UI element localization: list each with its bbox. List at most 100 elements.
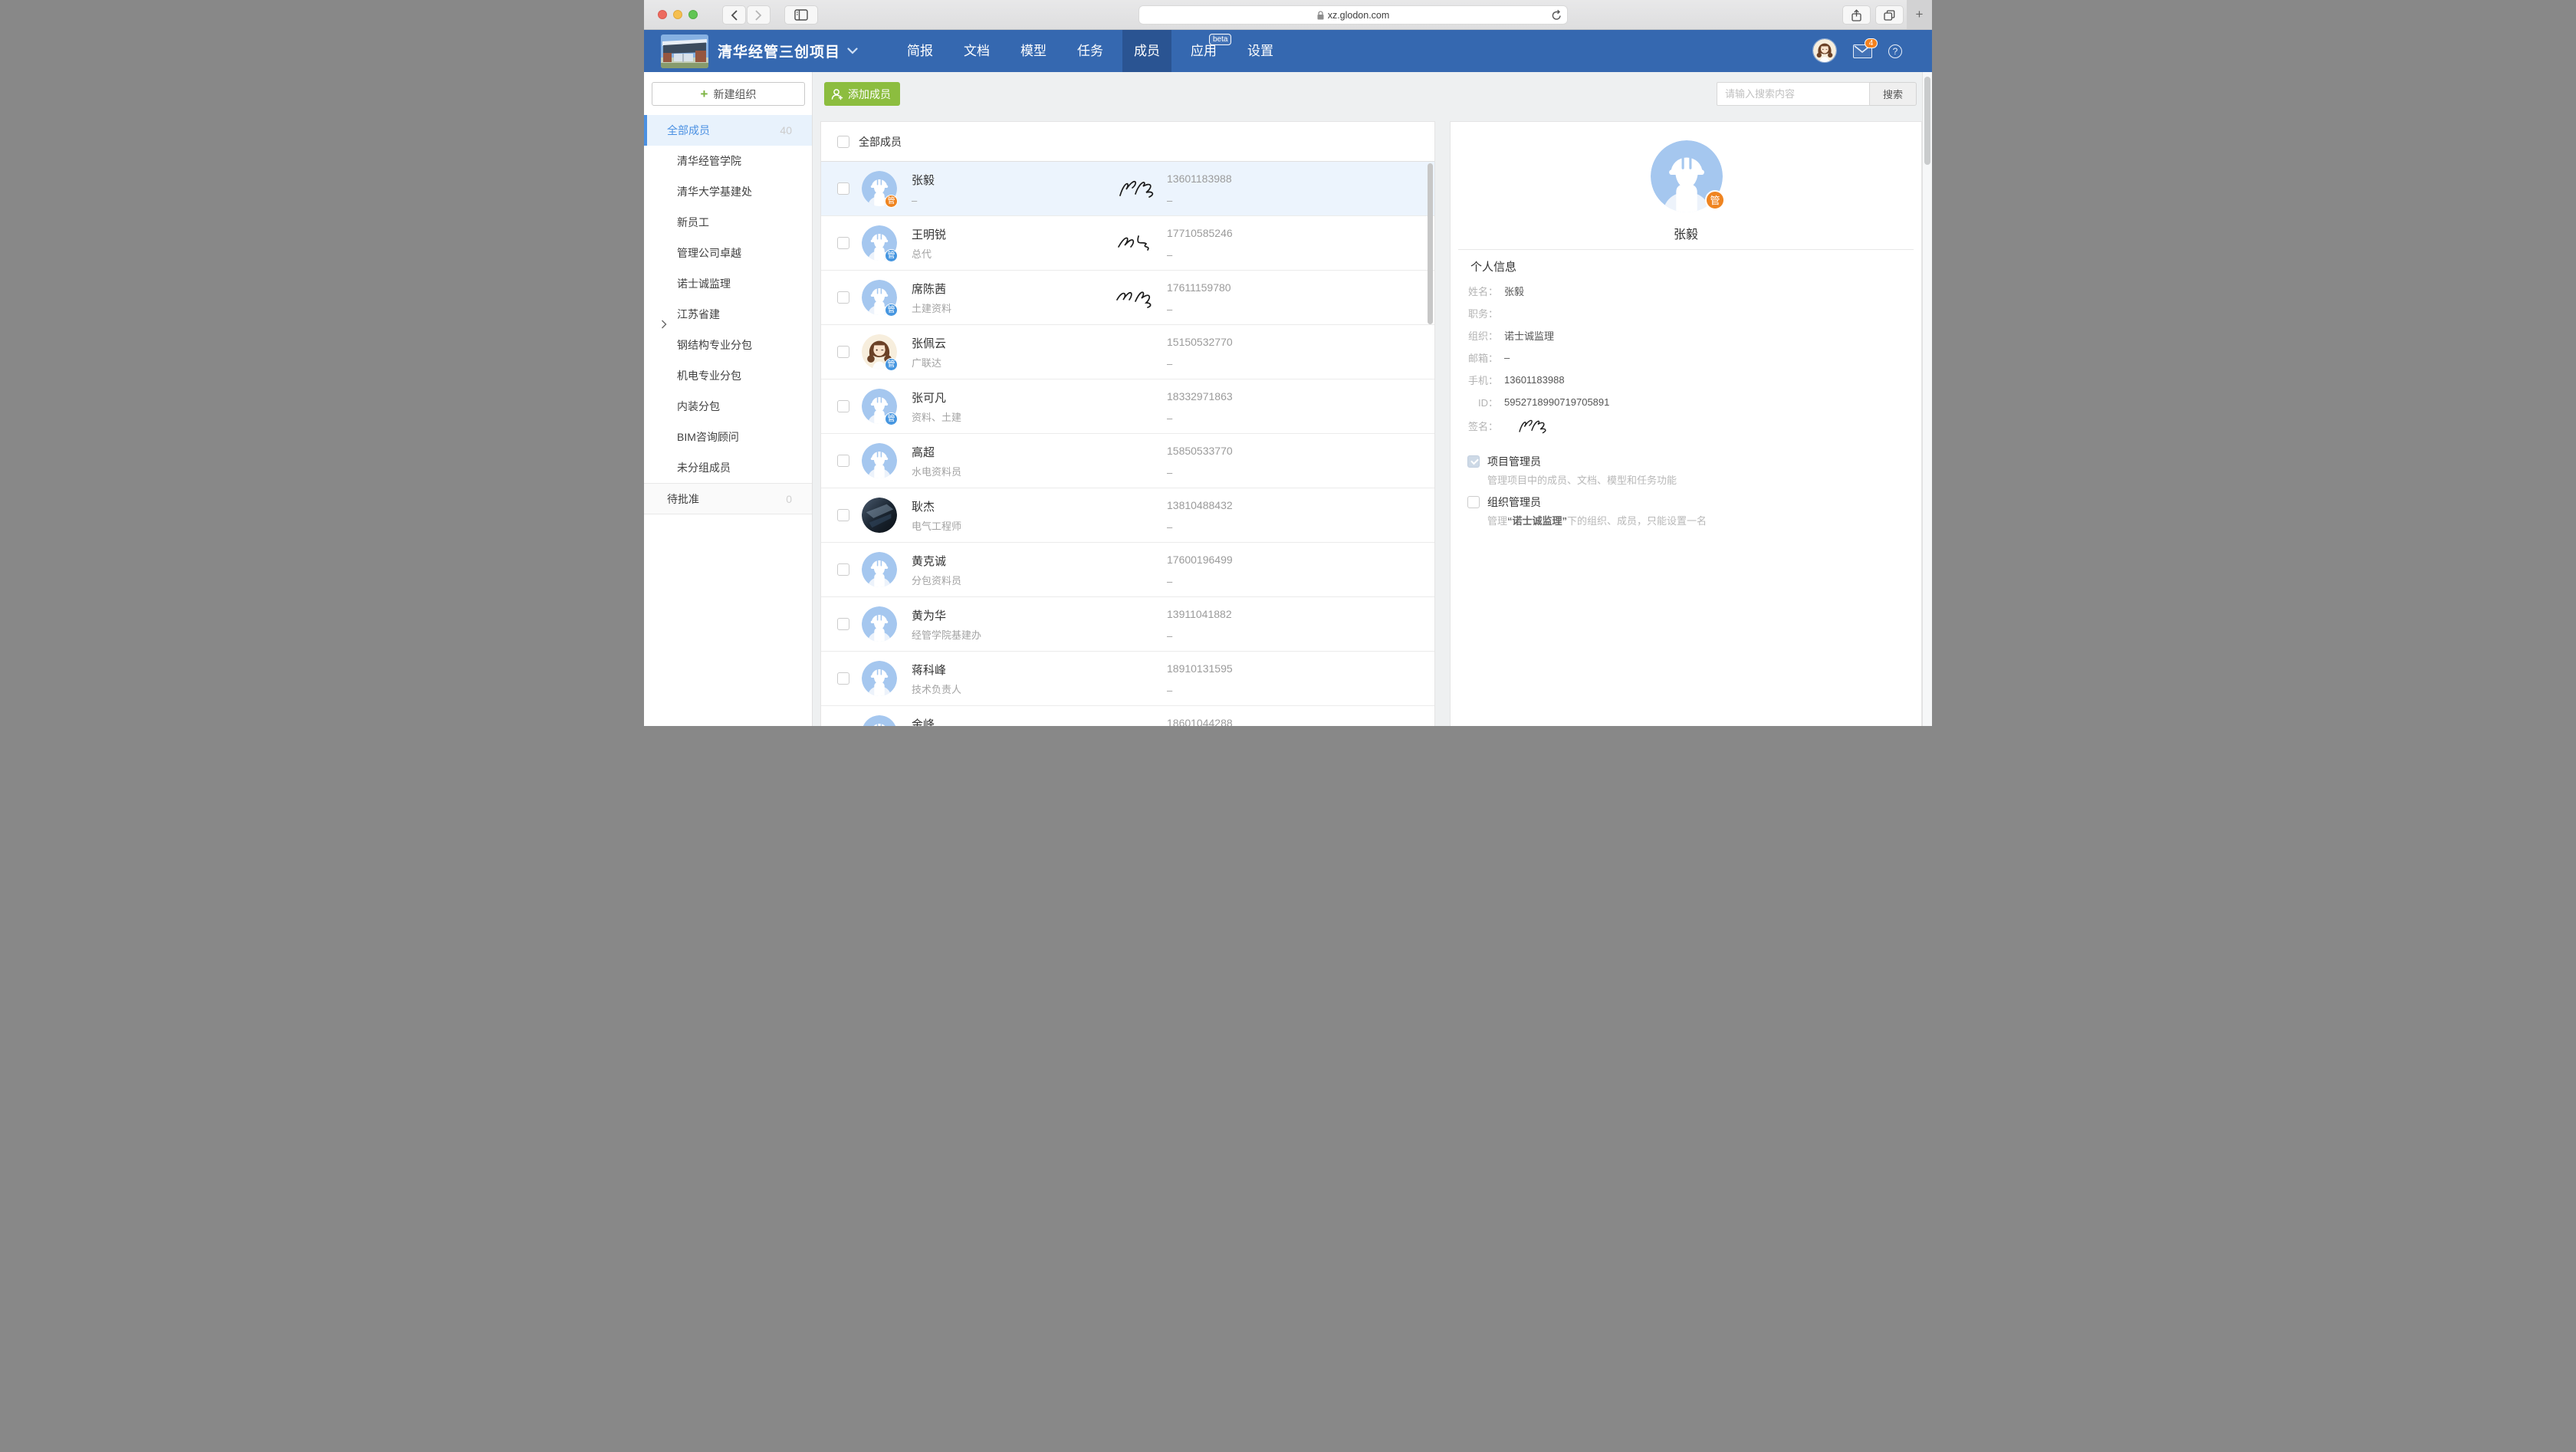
sidebar-toggle-button[interactable]: [784, 5, 818, 25]
nav-tab-label: 应用: [1191, 44, 1217, 58]
photo-avatar: [862, 498, 897, 533]
role-checkbox[interactable]: [1467, 496, 1480, 508]
field-label: 组织：: [1451, 328, 1498, 343]
sidebar-item-9[interactable]: 机电专业分包: [644, 360, 812, 391]
sidebar-item-12[interactable]: 未分组成员: [644, 452, 812, 483]
sidebar-item-11[interactable]: BIM咨询顾问: [644, 422, 812, 452]
back-button[interactable]: [722, 5, 746, 25]
sidebar-item-pending[interactable]: 待批准 0: [644, 483, 812, 514]
search-input[interactable]: [1717, 82, 1870, 106]
field-label: 职务：: [1451, 306, 1498, 320]
reload-button[interactable]: [1552, 9, 1562, 23]
add-member-label: 添加成员: [848, 87, 891, 102]
select-all-checkbox[interactable]: [837, 136, 849, 148]
new-tab-button[interactable]: +: [1907, 0, 1932, 29]
member-row[interactable]: 耿杰电气工程师13810488432–: [821, 488, 1434, 543]
search-button[interactable]: 搜索: [1870, 82, 1917, 106]
scrollbar-thumb[interactable]: [1924, 77, 1930, 165]
new-org-button[interactable]: + 新建组织: [652, 82, 805, 106]
row-checkbox[interactable]: [837, 509, 849, 521]
admin-badge: 管: [885, 358, 898, 371]
list-scrollbar[interactable]: [1428, 163, 1433, 324]
sidebar-item-3[interactable]: 清华大学基建处: [644, 176, 812, 207]
member-row[interactable]: 黄为华经管学院基建办13911041882–: [821, 597, 1434, 652]
detail-fields: 姓名：张毅职务：组织：诺士诚监理邮箱：–手机：13601183988ID：595…: [1451, 280, 1921, 438]
row-checkbox[interactable]: [837, 672, 849, 685]
chevron-right-icon: [755, 10, 762, 21]
role-option: 组织管理员: [1467, 494, 1906, 510]
nav-tab-1[interactable]: 简报: [895, 30, 945, 72]
row-checkbox[interactable]: [837, 182, 849, 195]
member-phone-sub: –: [1167, 685, 1172, 696]
row-checkbox[interactable]: [837, 400, 849, 412]
sidebar-item-10[interactable]: 内装分包: [644, 391, 812, 422]
nav-tab-3[interactable]: 模型: [1009, 30, 1058, 72]
window-scrollbar[interactable]: [1922, 72, 1932, 726]
detail-field: 姓名：张毅: [1451, 280, 1921, 302]
nav-tab-5[interactable]: 成员: [1122, 30, 1171, 72]
url-text: xz.glodon.com: [1328, 10, 1390, 21]
member-row[interactable]: 管席陈茜土建资料17611159780–: [821, 271, 1434, 325]
member-detail-panel: 管 张毅 个人信息 姓名：张毅职务：组织：诺士诚监理邮箱：–手机：1360118…: [1450, 121, 1922, 726]
member-row[interactable]: 黄克诚分包资料员17600196499–: [821, 543, 1434, 597]
nav-tab-6[interactable]: 应用beta: [1179, 30, 1228, 72]
signature-image: [1103, 172, 1168, 203]
member-row[interactable]: 金峰18601044288: [821, 706, 1434, 726]
member-row[interactable]: 高超水电资料员15850533770–: [821, 434, 1434, 488]
member-phone: 17710585246: [1167, 227, 1233, 239]
sidebar-item-1[interactable]: 全部成员40: [644, 115, 812, 146]
add-member-button[interactable]: 添加成员: [824, 82, 900, 106]
member-phone-sub: –: [1167, 195, 1172, 206]
maximize-window-button[interactable]: [688, 10, 698, 19]
sidebar-item-6[interactable]: 诺士诚监理: [644, 268, 812, 299]
sidebar-item-5[interactable]: 管理公司卓越: [644, 238, 812, 268]
member-row[interactable]: 管张佩云广联达15150532770–: [821, 325, 1434, 379]
nav-tab-7[interactable]: 设置: [1236, 30, 1285, 72]
forward-button[interactable]: [747, 5, 770, 25]
tab-overview-button[interactable]: [1875, 5, 1904, 25]
share-button[interactable]: [1842, 5, 1871, 25]
project-thumbnail[interactable]: [661, 34, 708, 68]
sidebar-item-7[interactable]: 江苏省建: [644, 299, 812, 330]
sidebar-item-label: 诺士诚监理: [677, 278, 731, 290]
row-checkbox[interactable]: [837, 618, 849, 630]
role-checkbox[interactable]: [1467, 455, 1480, 468]
question-icon: ?: [1893, 46, 1898, 57]
row-checkbox[interactable]: [837, 237, 849, 249]
nav-tab-4[interactable]: 任务: [1066, 30, 1115, 72]
member-avatar: [862, 552, 897, 587]
member-row[interactable]: 管张可凡资料、土建18332971863–: [821, 379, 1434, 434]
help-button[interactable]: ?: [1888, 44, 1902, 58]
row-checkbox[interactable]: [837, 346, 849, 358]
sidebar-item-4[interactable]: 新员工: [644, 207, 812, 238]
admin-badge: 管: [885, 195, 898, 208]
member-phone-sub: –: [1167, 467, 1172, 478]
sidebar-item-8[interactable]: 钢结构专业分包: [644, 330, 812, 360]
member-name: 耿杰: [912, 498, 935, 514]
row-checkbox[interactable]: [837, 563, 849, 576]
member-row[interactable]: 蒋科峰技术负责人18910131595–: [821, 652, 1434, 706]
admin-badge: 管: [885, 412, 898, 425]
pending-count: 0: [786, 484, 792, 514]
url-bar[interactable]: xz.glodon.com: [1138, 5, 1568, 25]
row-checkbox[interactable]: [837, 455, 849, 467]
nav-tab-2[interactable]: 文档: [952, 30, 1001, 72]
minimize-window-button[interactable]: [673, 10, 682, 19]
sidebar-item-2[interactable]: 清华经管学院: [644, 146, 812, 176]
admin-badge: 管: [885, 304, 898, 317]
field-label: 签名：: [1451, 419, 1498, 433]
member-subtitle: 经管学院基建办: [912, 627, 981, 642]
screen: xz.glodon.com +: [644, 0, 1932, 726]
close-window-button[interactable]: [658, 10, 667, 19]
member-phone: 13911041882: [1167, 608, 1232, 620]
role-label: 项目管理员: [1487, 454, 1541, 469]
row-checkbox[interactable]: [837, 291, 849, 304]
pending-label: 待批准: [667, 493, 699, 505]
member-row[interactable]: 管王明锐总代17710585246–: [821, 216, 1434, 271]
sidebar-item-label: 新员工: [677, 216, 709, 228]
user-avatar[interactable]: [1812, 38, 1837, 63]
field-value: –: [1504, 352, 1510, 363]
project-switcher[interactable]: 清华经管三创项目: [718, 30, 858, 72]
member-list-panel: 全部成员 管张毅–13601183988–管王明锐总代17710585246–管…: [820, 121, 1435, 726]
member-row[interactable]: 管张毅–13601183988–: [821, 162, 1434, 216]
